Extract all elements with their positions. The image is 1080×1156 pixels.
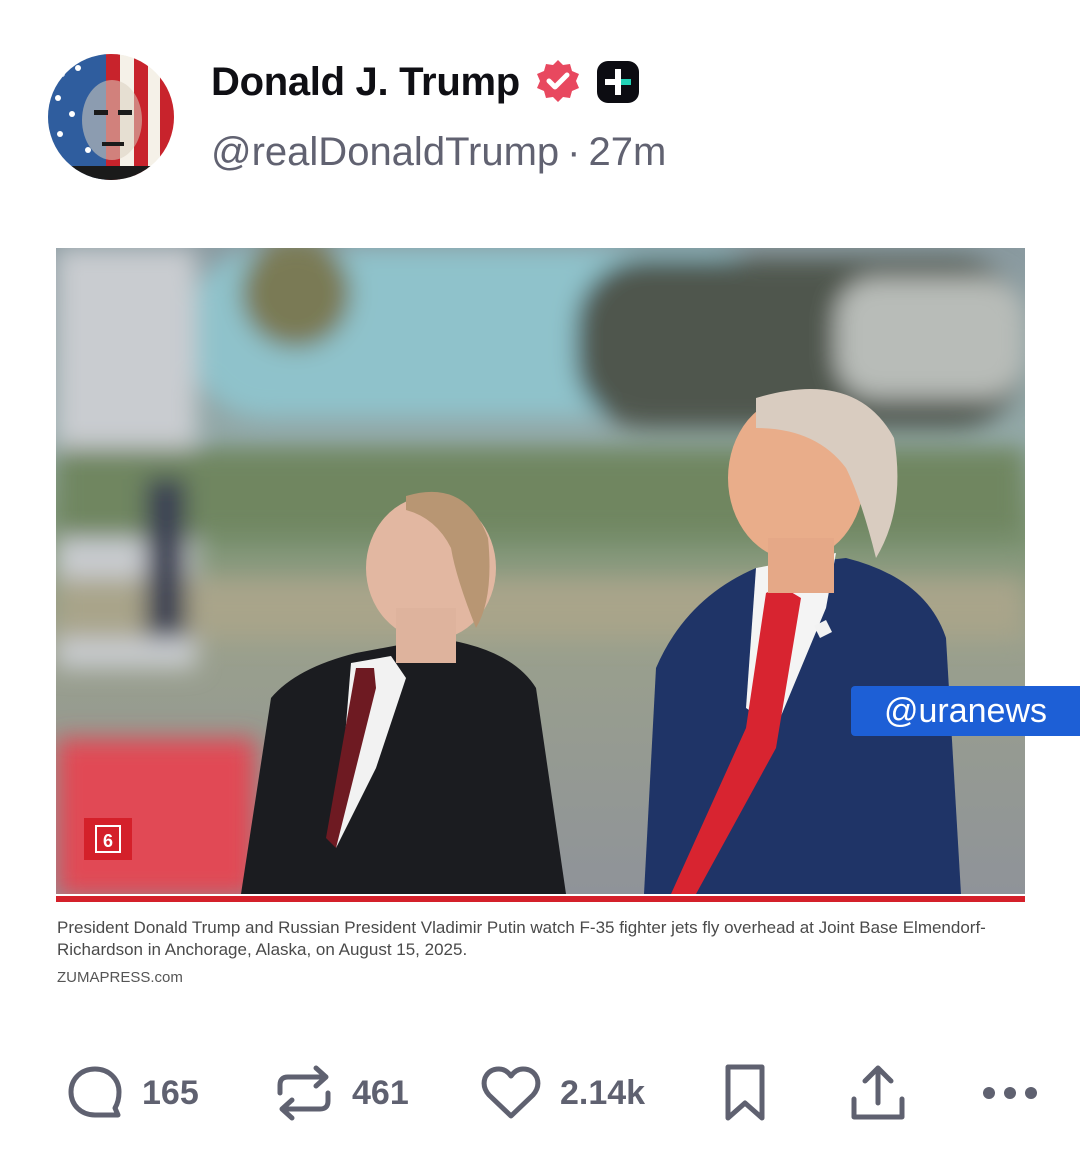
photo-credit: ZUMAPRESS.com — [57, 969, 183, 986]
action-bar: 165 461 2.14k — [0, 1060, 1080, 1126]
repost-count: 461 — [352, 1073, 409, 1112]
like-button[interactable]: 2.14k — [480, 1060, 645, 1126]
bookmark-button[interactable] — [722, 1060, 768, 1126]
post-timestamp[interactable]: 27m — [588, 130, 666, 174]
reply-count: 165 — [142, 1073, 199, 1112]
separator-dot: · — [567, 130, 581, 174]
more-icon — [983, 1087, 1037, 1099]
name-row: Donald J. Trump — [211, 56, 640, 108]
verified-badge-icon — [536, 60, 579, 102]
watermark-badge: @uranews — [851, 686, 1080, 736]
avatar[interactable] — [48, 54, 174, 180]
repost-icon — [277, 1065, 331, 1121]
share-icon — [851, 1065, 905, 1120]
like-icon — [481, 1066, 541, 1119]
reply-icon — [68, 1066, 122, 1118]
share-button[interactable] — [848, 1060, 908, 1126]
user-handle[interactable]: @realDonaldTrump — [211, 130, 559, 174]
more-button[interactable] — [980, 1060, 1040, 1126]
display-name[interactable]: Donald J. Trump — [211, 60, 520, 105]
bookmark-icon — [725, 1064, 765, 1121]
like-count: 2.14k — [560, 1073, 646, 1112]
plus-badge-icon — [596, 61, 639, 103]
publisher-logo: 6 — [84, 818, 132, 860]
photo-caption: President Donald Trump and Russian Presi… — [57, 918, 986, 959]
reply-button[interactable]: 165 — [66, 1060, 199, 1126]
handle-row: @realDonaldTrump · 27m — [211, 130, 666, 175]
repost-button[interactable]: 461 — [274, 1060, 409, 1126]
post-photo[interactable]: 6 — [56, 248, 1025, 894]
publisher-logo-text: 6 — [103, 831, 113, 851]
caption-divider — [56, 896, 1025, 902]
media-card[interactable]: 6 President Donald Trump and Russian Pre… — [56, 248, 1025, 1000]
